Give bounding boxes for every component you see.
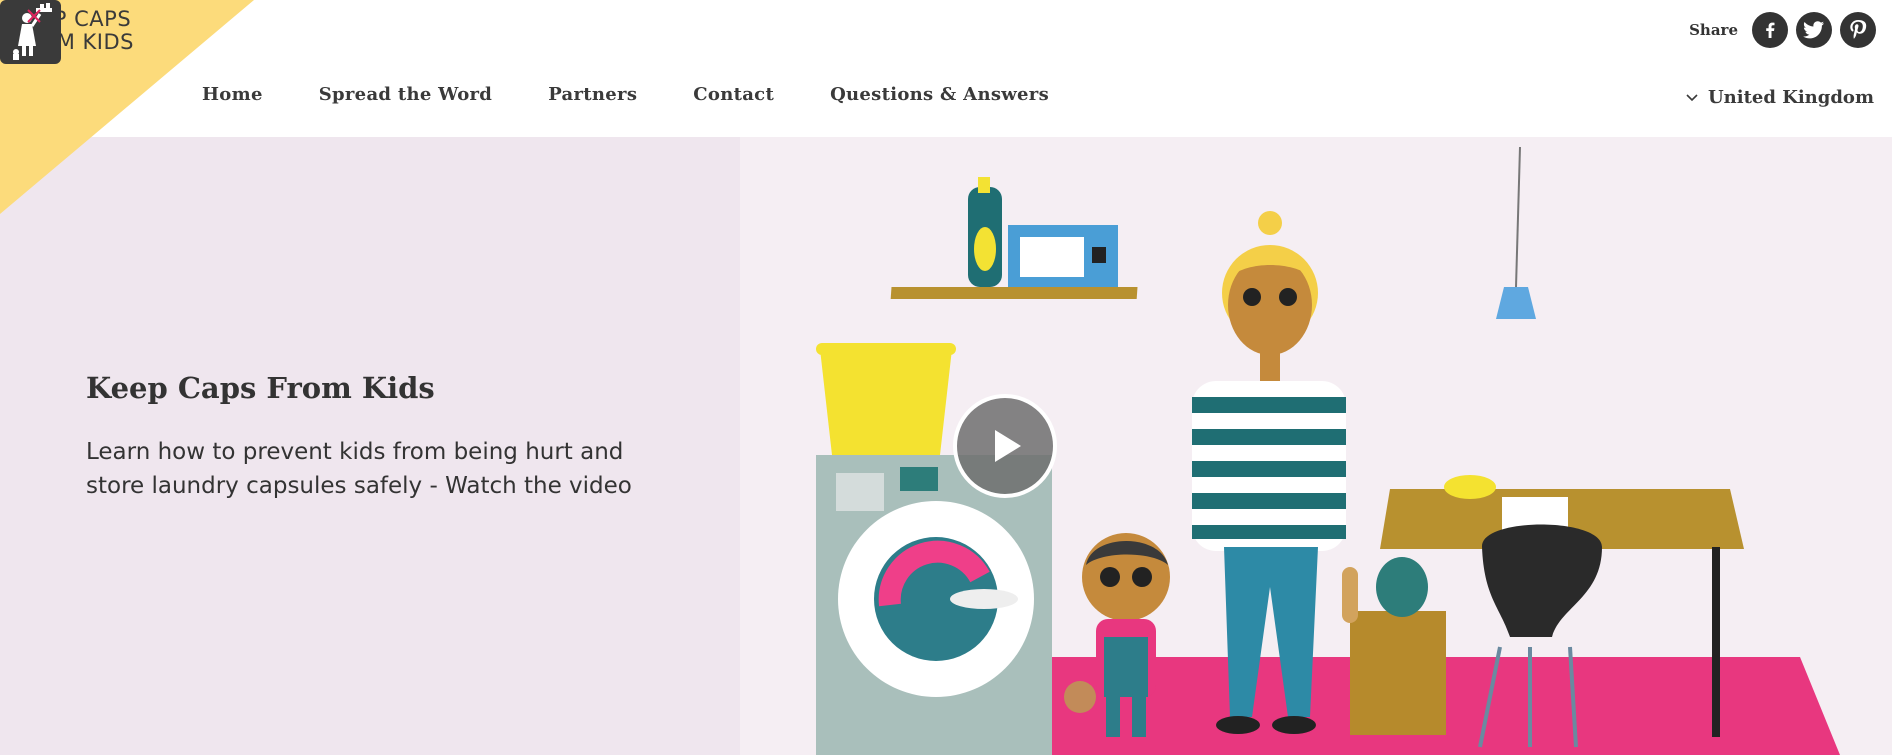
country-selected: United Kingdom [1707,87,1874,108]
twitter-icon[interactable] [1796,12,1832,48]
logo-badge-icon [0,0,61,64]
country-selector[interactable]: United Kingdom [1686,87,1874,108]
hero-title: Keep Caps From Kids [86,371,435,406]
nav-questions-answers[interactable]: Questions & Answers [830,84,1049,105]
play-video-button[interactable] [953,394,1057,498]
play-icon [995,430,1021,462]
chevron-down-icon [1686,93,1698,101]
laundry-room-illustration [740,137,1892,755]
nav-partners[interactable]: Partners [548,84,637,105]
share-bar: Share [1689,12,1876,48]
share-label: Share [1689,21,1738,39]
facebook-icon[interactable] [1752,12,1788,48]
nav-spread-the-word[interactable]: Spread the Word [319,84,492,105]
hero: Keep Caps From Kids Learn how to prevent… [0,137,1892,755]
main-nav: Home Spread the Word Partners Contact Qu… [202,84,1105,105]
header: KEEP CAPS FROM KIDS Home Spread the Word… [0,0,1892,214]
nav-contact[interactable]: Contact [693,84,774,105]
pinterest-icon[interactable] [1840,12,1876,48]
hero-subtitle: Learn how to prevent kids from being hur… [86,439,632,499]
logo-corner[interactable]: KEEP CAPS FROM KIDS [0,0,260,220]
